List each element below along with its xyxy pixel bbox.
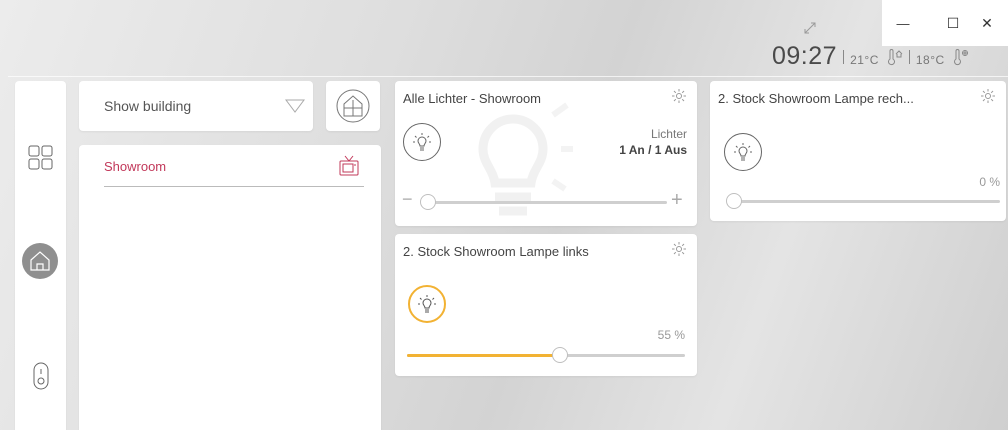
lightbulb-icon <box>418 295 436 313</box>
close-icon: ✕ <box>981 14 993 31</box>
grid-icon <box>28 145 53 170</box>
brightness-slider-handle[interactable] <box>420 194 436 210</box>
brightness-slider-track[interactable] <box>421 201 667 204</box>
window-controls: — ☐ ✕ <box>882 0 1008 46</box>
brightness-slider-track[interactable] <box>730 200 1000 203</box>
sidebar <box>15 81 66 430</box>
gear-icon[interactable] <box>671 241 687 257</box>
fullscreen-button[interactable] <box>803 21 817 40</box>
lamp-right-card: 2. Stock Showroom Lampe rech... 0 % <box>710 81 1006 221</box>
lightbulb-icon <box>413 133 431 151</box>
lamp-left-toggle[interactable] <box>408 285 446 323</box>
all-lights-toggle[interactable] <box>403 123 441 161</box>
building-select[interactable]: Show building <box>79 81 313 131</box>
room-list: Showroom <box>79 145 381 430</box>
lightbulb-icon <box>734 143 752 161</box>
outdoor-thermometer-icon <box>953 48 968 65</box>
minimize-icon: — <box>896 15 910 31</box>
room-label: Showroom <box>104 159 167 174</box>
lights-status: 1 An / 1 Aus <box>619 143 687 157</box>
sidebar-item-switches[interactable] <box>29 359 53 393</box>
brightness-slider-fill <box>407 354 560 357</box>
header-divider <box>8 76 1008 77</box>
sidebar-item-dashboard[interactable] <box>26 143 56 173</box>
all-lights-card: Alle Lichter - Showroom Lichter 1 An / 1… <box>395 81 697 226</box>
close-button[interactable]: ✕ <box>966 0 1008 46</box>
card-title: Alle Lichter - Showroom <box>403 91 541 106</box>
building-select-value: Show building <box>104 98 192 114</box>
divider <box>843 49 845 64</box>
chevron-down-icon <box>285 99 305 113</box>
expand-icon <box>804 22 816 34</box>
gear-icon[interactable] <box>980 88 996 104</box>
card-title: 2. Stock Showroom Lampe links <box>403 244 589 259</box>
tv-icon <box>339 155 359 176</box>
room-divider <box>104 186 364 187</box>
lamp-left-card: 2. Stock Showroom Lampe links 55 % <box>395 234 697 376</box>
lamp-right-toggle[interactable] <box>724 133 762 171</box>
home-icon <box>30 251 50 271</box>
brightness-slider-handle[interactable] <box>552 347 568 363</box>
dim-up-button[interactable]: + <box>671 189 683 212</box>
indoor-thermometer-icon <box>887 48 903 65</box>
lights-label: Lichter <box>650 127 687 141</box>
indoor-temperature: 21°C <box>850 53 879 67</box>
minimize-button[interactable]: — <box>882 0 924 46</box>
list-item-showroom[interactable]: Showroom <box>79 145 381 189</box>
card-title: 2. Stock Showroom Lampe rech... <box>718 91 914 106</box>
brightness-percent: 55 % <box>657 328 685 342</box>
switch-icon <box>33 362 49 390</box>
room-view-button[interactable] <box>326 81 380 131</box>
maximize-icon: ☐ <box>946 14 960 31</box>
sidebar-item-home[interactable] <box>22 243 58 279</box>
outdoor-temperature: 18°C <box>915 53 945 67</box>
status-bar: 09:27 21°C 18°C <box>772 42 969 71</box>
divider <box>908 49 910 64</box>
brightness-percent: 0 % <box>979 175 1000 189</box>
brightness-slider-handle[interactable] <box>726 193 742 209</box>
dim-down-button[interactable]: − <box>402 189 413 210</box>
floorplan-icon <box>336 89 370 123</box>
gear-icon[interactable] <box>671 88 687 104</box>
clock-time: 09:27 <box>772 42 838 70</box>
